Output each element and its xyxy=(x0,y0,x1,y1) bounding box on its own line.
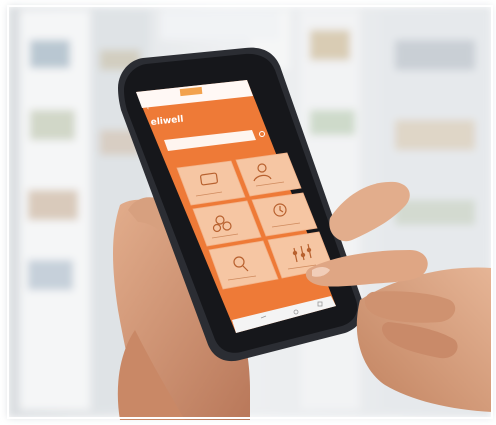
scene-svg: eliwell ‹ xyxy=(0,0,496,425)
photo-scene: eliwell ‹ xyxy=(0,0,496,425)
